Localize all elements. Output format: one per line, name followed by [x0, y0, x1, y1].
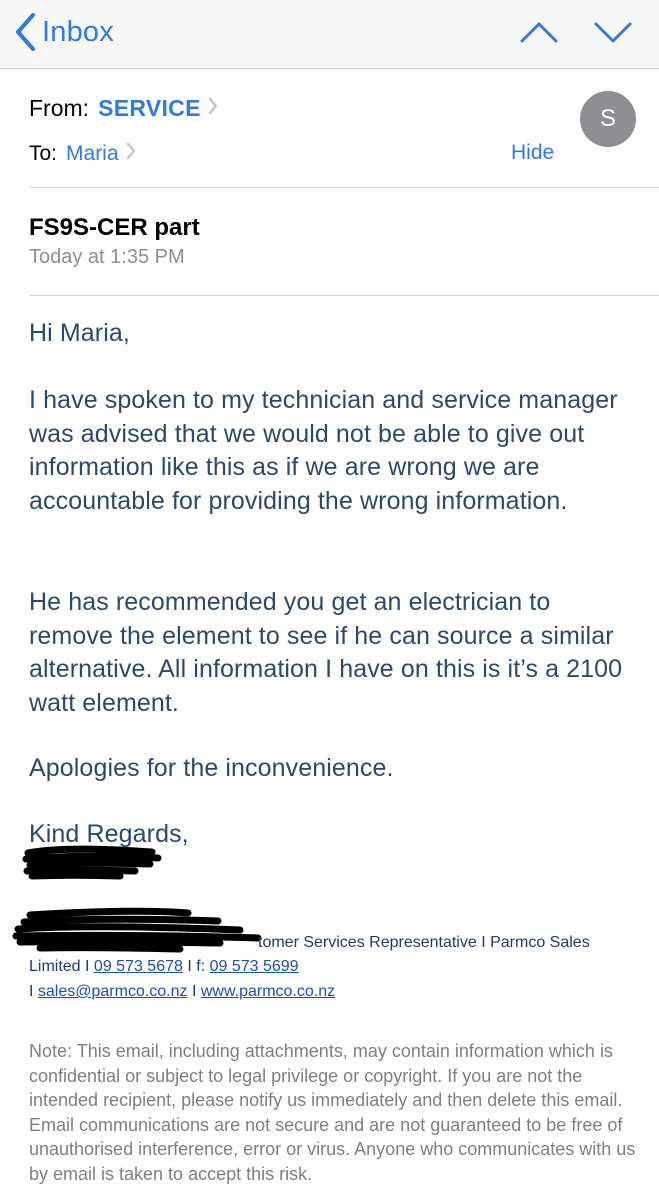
signature-text: Limited I [29, 958, 94, 975]
header-divider [29, 187, 659, 188]
message-datetime: Today at 1:35 PM [29, 246, 185, 268]
signature-title: tomer Services Representative I Parmco S… [258, 934, 590, 951]
sender-avatar[interactable]: S [580, 91, 636, 147]
next-message-button[interactable] [593, 16, 633, 48]
recipient-name[interactable]: Maria [66, 142, 119, 166]
chevron-right-icon [125, 141, 137, 167]
website-link[interactable]: www.parmco.co.nz [201, 983, 335, 1000]
phone-link[interactable]: 09 573 5678 [94, 958, 183, 975]
signature-text: I [29, 983, 38, 1000]
message-subject: FS9S-CER part [29, 214, 200, 241]
signature-contact-line: Limited I 09 573 5678 I f: 09 573 5699 [29, 955, 299, 979]
chevron-down-icon [593, 16, 633, 48]
email-link[interactable]: sales@parmco.co.nz [38, 983, 188, 1000]
signature-web-line: I sales@parmco.co.nz I www.parmco.co.nz [29, 980, 335, 1004]
signature-text: I [187, 983, 201, 1000]
redaction-scribble [12, 907, 262, 953]
redaction-scribble [22, 845, 162, 880]
navigation-bar: Inbox [0, 0, 659, 69]
body-paragraph: I have spoken to my technician and servi… [29, 386, 618, 515]
to-label: To: [29, 142, 58, 165]
chevron-left-icon [14, 12, 36, 52]
avatar-initial: S [599, 105, 616, 132]
sender-name[interactable]: SERVICE [98, 95, 201, 122]
from-label: From: [29, 95, 90, 121]
chevron-right-icon [207, 95, 219, 122]
body-paragraph: He has recommended you get an electricia… [29, 588, 623, 717]
fax-link[interactable]: 09 573 5699 [210, 958, 299, 975]
signature-text: I f: [182, 958, 210, 975]
chevron-up-icon [519, 16, 559, 48]
back-label: Inbox [42, 15, 114, 48]
greeting: Hi Maria, [29, 319, 130, 347]
back-to-inbox-button[interactable]: Inbox [14, 12, 114, 52]
body-paragraph: Apologies for the inconvenience. [29, 754, 394, 782]
to-row: To: Maria [29, 141, 137, 167]
subject-divider [29, 295, 659, 296]
hide-details-link[interactable]: Hide [511, 141, 554, 165]
from-row: From: SERVICE [29, 95, 219, 122]
disclaimer-note: Note: This email, including attachments,… [29, 1041, 636, 1184]
previous-message-button[interactable] [519, 16, 559, 48]
